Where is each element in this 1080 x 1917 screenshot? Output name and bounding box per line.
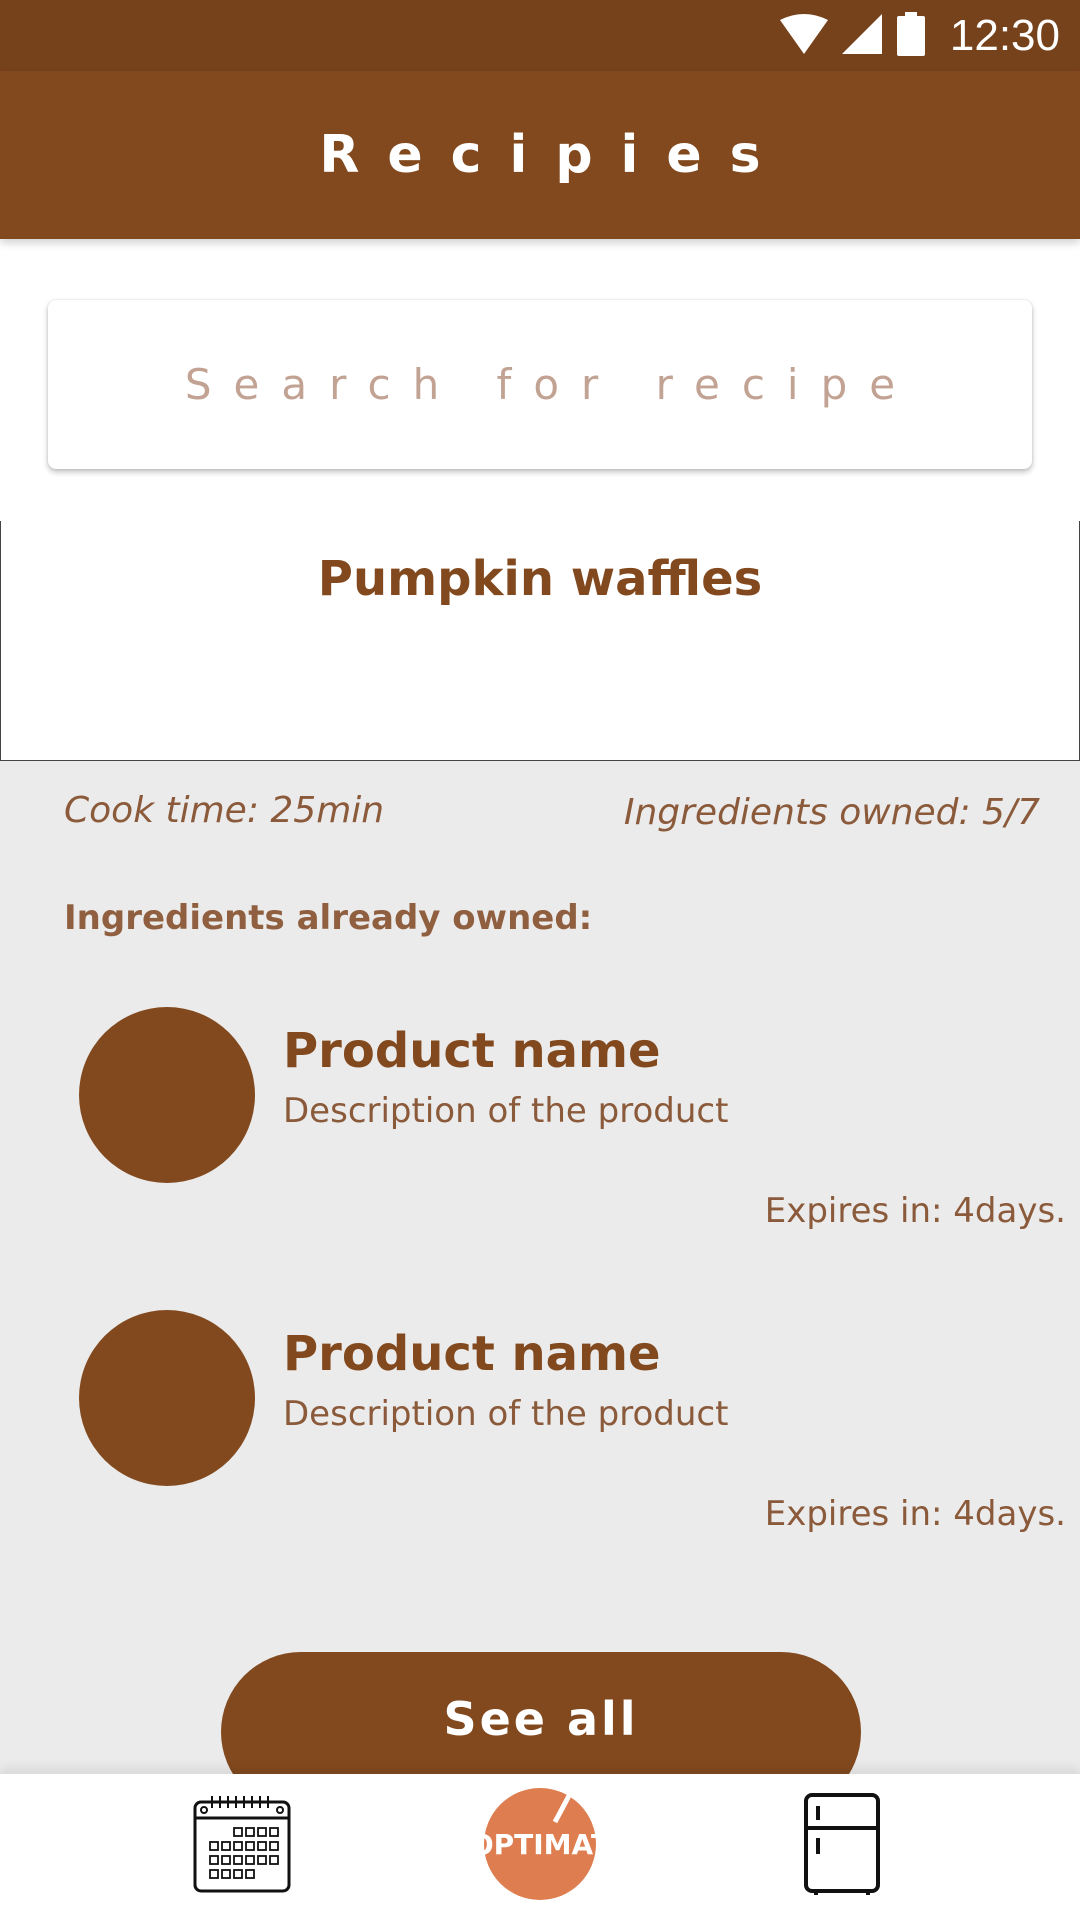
product-expiry: Expires in: 4days. bbox=[764, 1494, 1066, 1534]
search-input[interactable]: Search for recipe bbox=[48, 300, 1032, 469]
list-item[interactable]: Product name Description of the product … bbox=[0, 1310, 1080, 1550]
status-icons: 12:30 bbox=[779, 0, 1080, 71]
fridge-icon bbox=[802, 1792, 882, 1900]
product-image bbox=[79, 1007, 255, 1183]
calendar-icon bbox=[192, 1794, 292, 1898]
nav-calendar[interactable] bbox=[180, 1774, 304, 1917]
product-expiry: Expires in: 4days. bbox=[764, 1191, 1066, 1231]
list-item[interactable]: Product name Description of the product … bbox=[0, 1007, 1080, 1247]
battery-icon bbox=[896, 11, 926, 60]
wifi-icon bbox=[779, 13, 828, 58]
product-name: Product name bbox=[283, 1023, 661, 1079]
search-placeholder: Search for recipe bbox=[184, 360, 918, 409]
product-description: Description of the product bbox=[283, 1091, 729, 1131]
recipes-screen: 12:30 Recipies Search for recipe Pumpkin… bbox=[0, 0, 1080, 1917]
recipe-title: Pumpkin waffles bbox=[317, 551, 763, 607]
optimat-logo: OPTIMAT OPTIMAT bbox=[470, 1784, 610, 1908]
app-bar: Recipies bbox=[0, 71, 1080, 239]
ingredients-owned-count: Ingredients owned: 5/7 bbox=[623, 792, 1040, 833]
recipe-card[interactable]: Pumpkin waffles bbox=[0, 521, 1080, 761]
status-time: 12:30 bbox=[949, 10, 1060, 60]
signal-icon bbox=[841, 13, 882, 58]
bottom-navigation: OPTIMAT OPTIMAT bbox=[0, 1774, 1080, 1917]
page-title: Recipies bbox=[319, 125, 789, 185]
status-bar: 12:30 bbox=[0, 0, 1080, 71]
nav-home[interactable]: OPTIMAT OPTIMAT bbox=[460, 1774, 620, 1917]
cook-time: Cook time: 25min bbox=[64, 790, 385, 831]
product-name: Product name bbox=[283, 1326, 661, 1382]
product-description: Description of the product bbox=[283, 1394, 729, 1434]
product-image bbox=[79, 1310, 255, 1486]
owned-ingredients-heading: Ingredients already owned: bbox=[64, 898, 593, 938]
nav-fridge[interactable] bbox=[780, 1774, 904, 1917]
